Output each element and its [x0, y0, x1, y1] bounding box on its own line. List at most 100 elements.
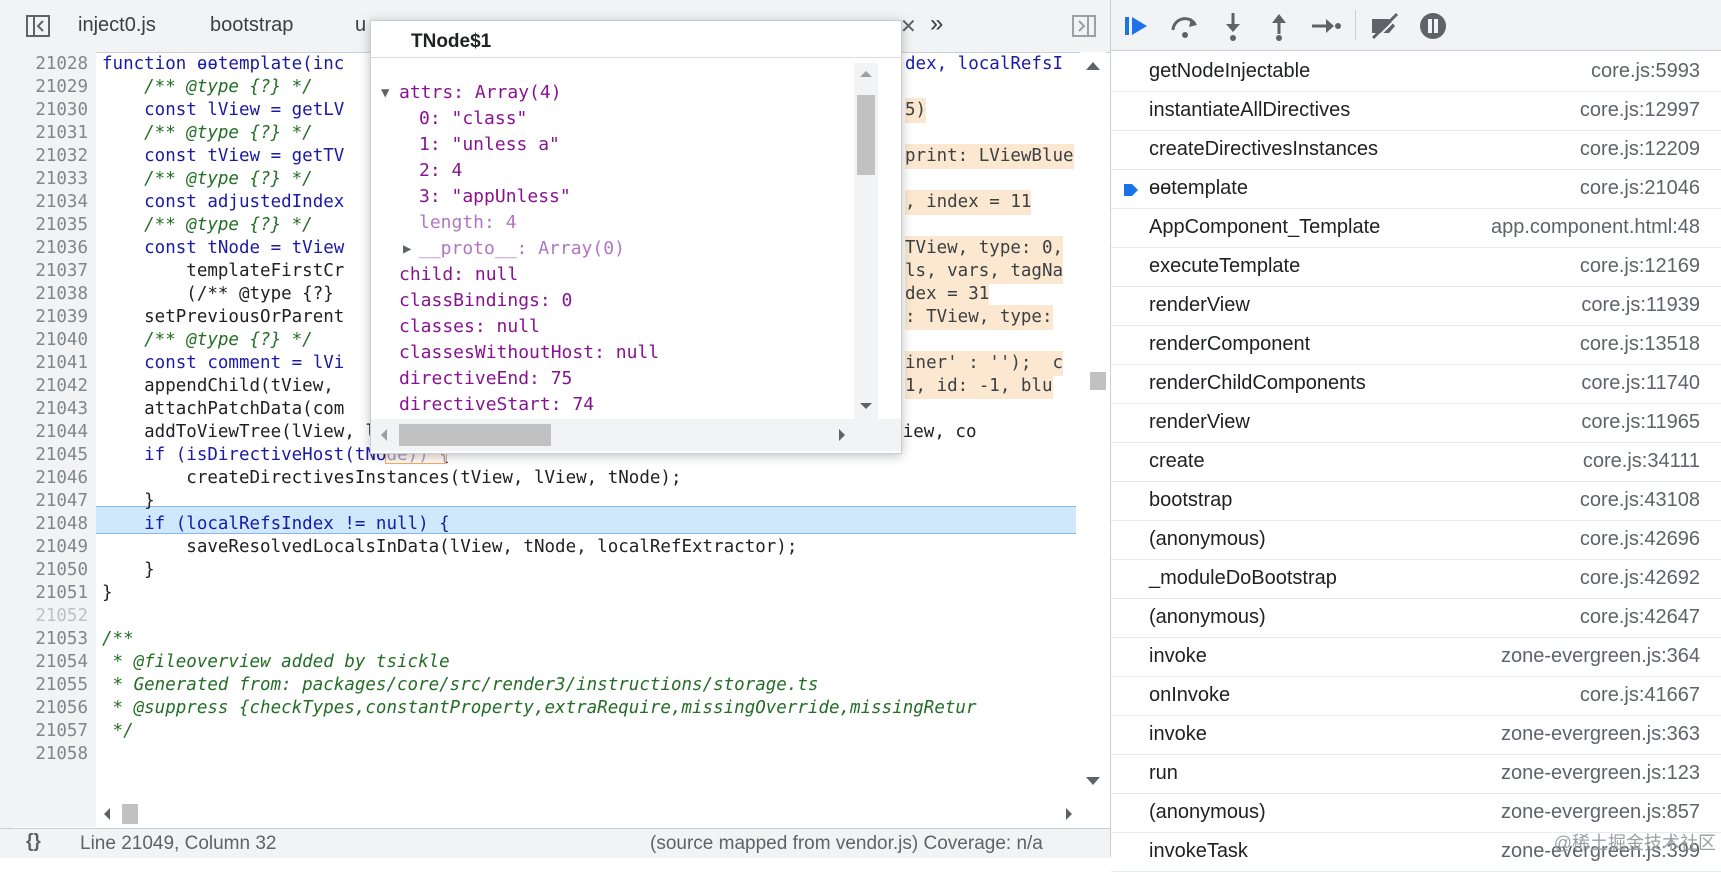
- line-number-gutter[interactable]: 21028 21029 21030 21031 21032 21033 21034 21035…: [10, 52, 96, 827]
- line-number[interactable]: 21028: [10, 52, 96, 77]
- pretty-print-icon[interactable]: {}: [26, 831, 41, 853]
- call-frame[interactable]: ɵɵtemplate core.js:21046: [1111, 170, 1721, 209]
- call-frame[interactable]: _moduleDoBootstrap core.js:42692: [1111, 560, 1721, 599]
- call-frame[interactable]: renderView core.js:11939: [1111, 287, 1721, 326]
- line-number[interactable]: 21029: [10, 75, 96, 100]
- call-frame-location[interactable]: zone-evergreen.js:857: [1501, 801, 1700, 824]
- toggle-navigator-icon[interactable]: [24, 12, 52, 40]
- call-frame-location[interactable]: zone-evergreen.js:123: [1501, 762, 1700, 785]
- expand-arrow-icon[interactable]: ▶: [403, 235, 411, 263]
- line-number[interactable]: 21057: [10, 719, 96, 744]
- line-number[interactable]: 21039: [10, 305, 96, 330]
- call-frame[interactable]: renderView core.js:11965: [1111, 404, 1721, 443]
- call-frame-location[interactable]: core.js:11740: [1581, 372, 1700, 395]
- call-frame-location[interactable]: core.js:42647: [1580, 606, 1700, 629]
- call-frame-name: ɵɵtemplate: [1149, 177, 1248, 199]
- call-frame-location[interactable]: core.js:12169: [1580, 255, 1700, 278]
- line-number[interactable]: 21044: [10, 420, 96, 445]
- step-into-icon[interactable]: [1215, 8, 1251, 44]
- call-frame[interactable]: (anonymous) zone-evergreen.js:857: [1111, 794, 1721, 833]
- line-number[interactable]: 21037: [10, 259, 96, 284]
- call-frame[interactable]: run zone-evergreen.js:123: [1111, 755, 1721, 794]
- call-frame-location[interactable]: core.js:42692: [1580, 567, 1700, 590]
- collapse-arrow-icon[interactable]: ▼: [381, 79, 389, 107]
- call-frame-location[interactable]: core.js:43108: [1580, 489, 1700, 512]
- editor-vertical-scrollbar[interactable]: [1080, 52, 1106, 797]
- call-frame[interactable]: createDirectivesInstances core.js:12209: [1111, 131, 1721, 170]
- line-number[interactable]: 21035: [10, 213, 96, 238]
- line-number[interactable]: 21056: [10, 696, 96, 721]
- step-icon[interactable]: [1307, 8, 1343, 44]
- popover-vertical-scrollbar[interactable]: [854, 63, 878, 443]
- tab-bootstrap[interactable]: bootstrap: [210, 14, 293, 37]
- variable-preview-popover[interactable]: TNode$1 ▼ attrs: Array(4) 0: "class" 1: "un…: [370, 20, 902, 454]
- line-number[interactable]: 21033: [10, 167, 96, 192]
- call-frame[interactable]: create core.js:34111: [1111, 443, 1721, 482]
- proto-property[interactable]: __proto__: Array(0): [419, 235, 625, 263]
- line-number[interactable]: 21049: [10, 535, 96, 560]
- tab-inject0[interactable]: inject0.js: [78, 14, 156, 37]
- call-frame-location[interactable]: core.js:21046: [1580, 177, 1700, 200]
- call-frame[interactable]: executeTemplate core.js:12169: [1111, 248, 1721, 287]
- call-frame[interactable]: AppComponent_Template app.component.html:…: [1111, 209, 1721, 248]
- deactivate-breakpoints-icon[interactable]: [1367, 8, 1403, 44]
- line-number[interactable]: 21058: [10, 742, 96, 767]
- step-over-icon[interactable]: [1167, 8, 1203, 44]
- call-frame-location[interactable]: core.js:11939: [1581, 294, 1700, 317]
- call-frame-location[interactable]: zone-evergreen.js:364: [1501, 645, 1700, 668]
- line-number[interactable]: 21032: [10, 144, 96, 169]
- call-frame-location[interactable]: core.js:42696: [1580, 528, 1700, 551]
- line-number[interactable]: 21052: [10, 604, 96, 629]
- call-frame[interactable]: invoke zone-evergreen.js:364: [1111, 638, 1721, 677]
- line-number[interactable]: 21050: [10, 558, 96, 583]
- call-frame[interactable]: getNodeInjectable core.js:5993: [1111, 53, 1721, 92]
- call-frame[interactable]: renderComponent core.js:13518: [1111, 326, 1721, 365]
- call-frame-location[interactable]: core.js:12997: [1580, 99, 1700, 122]
- line-number[interactable]: 21047: [10, 489, 96, 514]
- line-number[interactable]: 21046: [10, 466, 96, 491]
- call-frame-location[interactable]: core.js:12209: [1580, 138, 1700, 161]
- toggle-debugger-icon[interactable]: [1070, 12, 1098, 40]
- line-number[interactable]: 21051: [10, 581, 96, 606]
- call-frame[interactable]: renderChildComponents core.js:11740: [1111, 365, 1721, 404]
- code-line: function ɵɵtemplate(inc: [102, 54, 345, 74]
- call-frame-location[interactable]: core.js:34111: [1583, 450, 1700, 473]
- line-number[interactable]: 21041: [10, 351, 96, 376]
- step-out-icon[interactable]: [1261, 8, 1297, 44]
- call-frame-location[interactable]: app.component.html:48: [1491, 216, 1700, 239]
- line-number[interactable]: 21048: [10, 512, 96, 537]
- call-frame[interactable]: bootstrap core.js:43108: [1111, 482, 1721, 521]
- pause-on-exceptions-icon[interactable]: [1415, 8, 1451, 44]
- line-number[interactable]: 21043: [10, 397, 96, 422]
- call-frame-location[interactable]: core.js:5993: [1591, 60, 1700, 83]
- line-number[interactable]: 21055: [10, 673, 96, 698]
- line-number[interactable]: 21053: [10, 627, 96, 652]
- call-frame-location[interactable]: core.js:41667: [1580, 684, 1700, 707]
- line-number[interactable]: 21054: [10, 650, 96, 675]
- popover-horizontal-scrollbar[interactable]: [371, 419, 901, 451]
- call-frame-location[interactable]: zone-evergreen.js:363: [1501, 723, 1700, 746]
- editor-horizontal-scrollbar[interactable]: [96, 800, 1080, 828]
- call-frame[interactable]: instantiateAllDirectives core.js:12997: [1111, 92, 1721, 131]
- line-number[interactable]: 21042: [10, 374, 96, 399]
- tab-close-icon[interactable]: ✕: [900, 14, 917, 39]
- line-number[interactable]: 21036: [10, 236, 96, 261]
- line-number[interactable]: 21045: [10, 443, 96, 468]
- call-frame[interactable]: onInvoke core.js:41667: [1111, 677, 1721, 716]
- tab-hidden-1[interactable]: u: [355, 14, 366, 37]
- call-frame[interactable]: (anonymous) core.js:42647: [1111, 599, 1721, 638]
- more-tabs-icon[interactable]: »: [930, 10, 943, 38]
- call-frame-location[interactable]: core.js:13518: [1580, 333, 1700, 356]
- resume-icon[interactable]: [1119, 8, 1155, 44]
- line-number[interactable]: 21038: [10, 282, 96, 307]
- call-frame[interactable]: invoke zone-evergreen.js:363: [1111, 716, 1721, 755]
- source-map-info[interactable]: (source mapped from vendor.js) Coverage:…: [650, 833, 1043, 855]
- line-number[interactable]: 21030: [10, 98, 96, 123]
- line-number[interactable]: 21031: [10, 121, 96, 146]
- line-number[interactable]: 21034: [10, 190, 96, 215]
- call-frame-name: createDirectivesInstances: [1149, 138, 1378, 160]
- attrs-property[interactable]: attrs: Array(4): [399, 79, 562, 107]
- call-frame[interactable]: (anonymous) core.js:42696: [1111, 521, 1721, 560]
- call-frame-location[interactable]: core.js:11965: [1581, 411, 1700, 434]
- line-number[interactable]: 21040: [10, 328, 96, 353]
